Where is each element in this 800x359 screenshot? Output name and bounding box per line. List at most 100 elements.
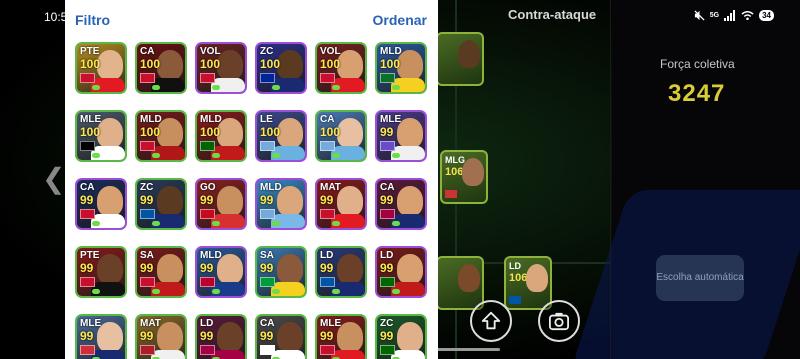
player-face [397, 186, 423, 216]
player-card[interactable]: LD 99 [195, 314, 247, 359]
player-card[interactable]: MLE 99 [75, 314, 127, 359]
player-face [157, 50, 183, 80]
player-face [97, 50, 123, 80]
field-player-card[interactable] [436, 256, 484, 310]
player-face [277, 254, 303, 284]
status-badge [272, 85, 280, 90]
player-face [277, 50, 303, 80]
player-card[interactable]: MLD 100 [135, 110, 187, 162]
player-rating: 99 [260, 329, 274, 343]
player-position: LE [260, 114, 273, 125]
status-time: 10:56 [44, 10, 75, 24]
flag-icon [260, 209, 275, 219]
field-player-card[interactable] [436, 32, 484, 86]
player-card[interactable]: MAT 99 [315, 178, 367, 230]
flag-icon [200, 141, 215, 151]
player-position: CA [320, 114, 335, 125]
player-rating: 99 [80, 329, 94, 343]
player-position: MAT [320, 182, 341, 193]
screenshot-button[interactable] [538, 300, 580, 342]
status-badge [152, 153, 160, 158]
player-card[interactable]: MLE 100 [75, 110, 127, 162]
flag-icon [80, 345, 95, 355]
player-position: MLD [200, 114, 222, 125]
player-card[interactable]: MLE 99 [375, 110, 427, 162]
flag-icon [80, 209, 95, 219]
field-player-card[interactable]: MLG 106 [440, 150, 488, 204]
flag-icon [260, 277, 275, 287]
player-rating: 99 [140, 329, 154, 343]
player-card[interactable]: CA 100 [135, 42, 187, 94]
sort-button[interactable]: Ordenar [373, 12, 427, 28]
flag-icon [140, 209, 155, 219]
upload-button[interactable] [470, 300, 512, 342]
back-chevron-icon[interactable]: ❮ [42, 165, 65, 193]
player-face [337, 254, 363, 284]
flag-icon [320, 345, 335, 355]
filter-button[interactable]: Filtro [75, 12, 110, 28]
flag-icon [140, 73, 155, 83]
player-rating: 99 [260, 261, 274, 275]
player-position: ZC [260, 46, 274, 57]
player-rating: 100 [140, 125, 161, 139]
player-position: CA [260, 318, 275, 329]
player-card[interactable]: LD 99 [375, 246, 427, 298]
flag-icon [200, 345, 215, 355]
player-face [157, 254, 183, 284]
player-card[interactable]: VOL 100 [195, 42, 247, 94]
flag-icon [320, 73, 335, 83]
player-position: MAT [140, 318, 161, 329]
player-card[interactable]: LD 99 [315, 246, 367, 298]
status-badge [212, 85, 220, 90]
player-card[interactable]: LE 100 [255, 110, 307, 162]
battery-level: 34 [759, 10, 774, 21]
player-card[interactable]: VOL 100 [315, 42, 367, 94]
player-card[interactable]: MLD 99 [195, 246, 247, 298]
player-rating: 100 [80, 125, 101, 139]
player-face [97, 254, 123, 284]
status-badge [212, 153, 220, 158]
player-rating: 99 [380, 125, 394, 139]
field-player-card[interactable]: LD 106 [504, 256, 552, 310]
flag-icon [200, 73, 215, 83]
flag-icon [80, 141, 95, 151]
flag-icon [140, 141, 155, 151]
player-position: MLD [200, 250, 222, 261]
mode-title: Contra-ataque [508, 7, 597, 22]
player-card[interactable]: SA 99 [135, 246, 187, 298]
player-card[interactable]: ZC 99 [135, 178, 187, 230]
status-badge [152, 289, 160, 294]
player-card[interactable]: SA 99 [255, 246, 307, 298]
player-card[interactable]: CA 100 [315, 110, 367, 162]
wifi-icon [741, 11, 754, 21]
status-badge [332, 85, 340, 90]
player-card[interactable]: MLD 100 [195, 110, 247, 162]
player-card[interactable]: CA 99 [75, 178, 127, 230]
player-card[interactable]: MAT 99 [135, 314, 187, 359]
player-face [157, 186, 183, 216]
player-card[interactable]: PTE 100 [75, 42, 127, 94]
player-card[interactable]: CA 99 [375, 178, 427, 230]
player-grid: PTE 100 CA 100 VOL 100 ZC 100 VOL 100 MLD 100 MLE 100… [75, 42, 427, 359]
player-card[interactable]: MLD 99 [255, 178, 307, 230]
player-card[interactable]: GO 99 [195, 178, 247, 230]
player-card[interactable]: PTE 99 [75, 246, 127, 298]
player-card[interactable]: MLD 100 [375, 42, 427, 94]
status-badge [272, 289, 280, 294]
flag-icon [320, 141, 335, 151]
player-card[interactable]: ZC 99 [375, 314, 427, 359]
auto-select-button[interactable]: Escolha automática [656, 255, 744, 301]
player-position: MLE [320, 318, 342, 329]
team-strength-value: 3247 [668, 80, 726, 107]
player-position: MLD [260, 182, 282, 193]
player-card[interactable]: CA 99 [255, 314, 307, 359]
status-badge [332, 289, 340, 294]
player-face [277, 322, 303, 352]
player-card[interactable]: MLE 99 [315, 314, 367, 359]
player-rating: 99 [260, 193, 274, 207]
player-rating: 99 [320, 261, 334, 275]
flag-icon [200, 209, 215, 219]
player-card[interactable]: ZC 100 [255, 42, 307, 94]
flag-icon [80, 73, 95, 83]
player-face [397, 322, 423, 352]
